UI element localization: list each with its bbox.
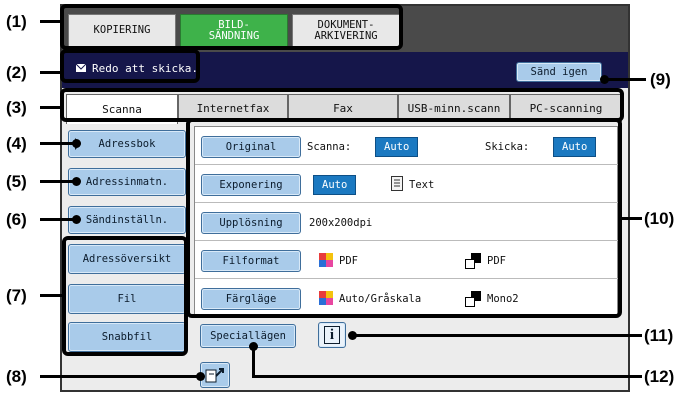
leader-dot-12 — [249, 342, 258, 351]
highlight-settings-panel — [186, 118, 622, 318]
callout-6: (6) — [6, 210, 27, 229]
leader-dot-11 — [348, 331, 357, 340]
callout-1: (1) — [6, 12, 27, 31]
leader-dot-4 — [72, 139, 81, 148]
leader-line-6 — [40, 218, 74, 221]
leader-line-7 — [40, 294, 64, 297]
highlight-send-tabs — [60, 88, 624, 122]
callout-4: (4) — [6, 134, 27, 153]
callout-5: (5) — [6, 172, 27, 191]
leader-line-12b — [252, 375, 642, 378]
leader-line-9 — [604, 78, 646, 81]
address-book-button[interactable]: Adressbok — [68, 130, 186, 158]
leader-line-8 — [40, 375, 200, 378]
leader-line-3 — [40, 106, 60, 109]
leader-line-1 — [40, 20, 60, 23]
leader-line-5 — [40, 180, 74, 183]
callout-9: (9) — [650, 70, 671, 89]
book-arrow-icon — [205, 368, 224, 383]
leader-dot-8 — [196, 372, 205, 381]
callout-3: (3) — [6, 98, 27, 117]
special-modes-button[interactable]: Speciallägen — [200, 324, 296, 348]
highlight-address-group — [62, 236, 188, 356]
callout-11: (11) — [644, 326, 674, 345]
info-icon: i — [324, 326, 340, 344]
callout-7: (7) — [6, 286, 27, 305]
address-entry-button[interactable]: Adressinmatn. — [68, 168, 186, 196]
callout-10: (10) — [644, 209, 675, 228]
callout-8: (8) — [6, 367, 27, 386]
leader-line-4 — [40, 142, 74, 145]
send-settings-button[interactable]: Sändinställn. — [68, 206, 186, 234]
callout-12: (12) — [644, 367, 675, 386]
highlight-mode-tabs — [60, 4, 403, 50]
info-button[interactable]: i — [318, 322, 346, 348]
leader-dot-5 — [72, 177, 81, 186]
resend-button[interactable]: Sänd igen — [516, 62, 602, 82]
leader-dot-6 — [72, 215, 81, 224]
leader-line-11 — [352, 334, 642, 337]
leader-dot-9 — [600, 75, 609, 84]
leader-line-10 — [620, 217, 642, 220]
highlight-status — [60, 49, 200, 83]
leader-line-2 — [40, 71, 60, 74]
address-book-label: Adressbok — [98, 138, 156, 150]
callout-2: (2) — [6, 63, 27, 82]
